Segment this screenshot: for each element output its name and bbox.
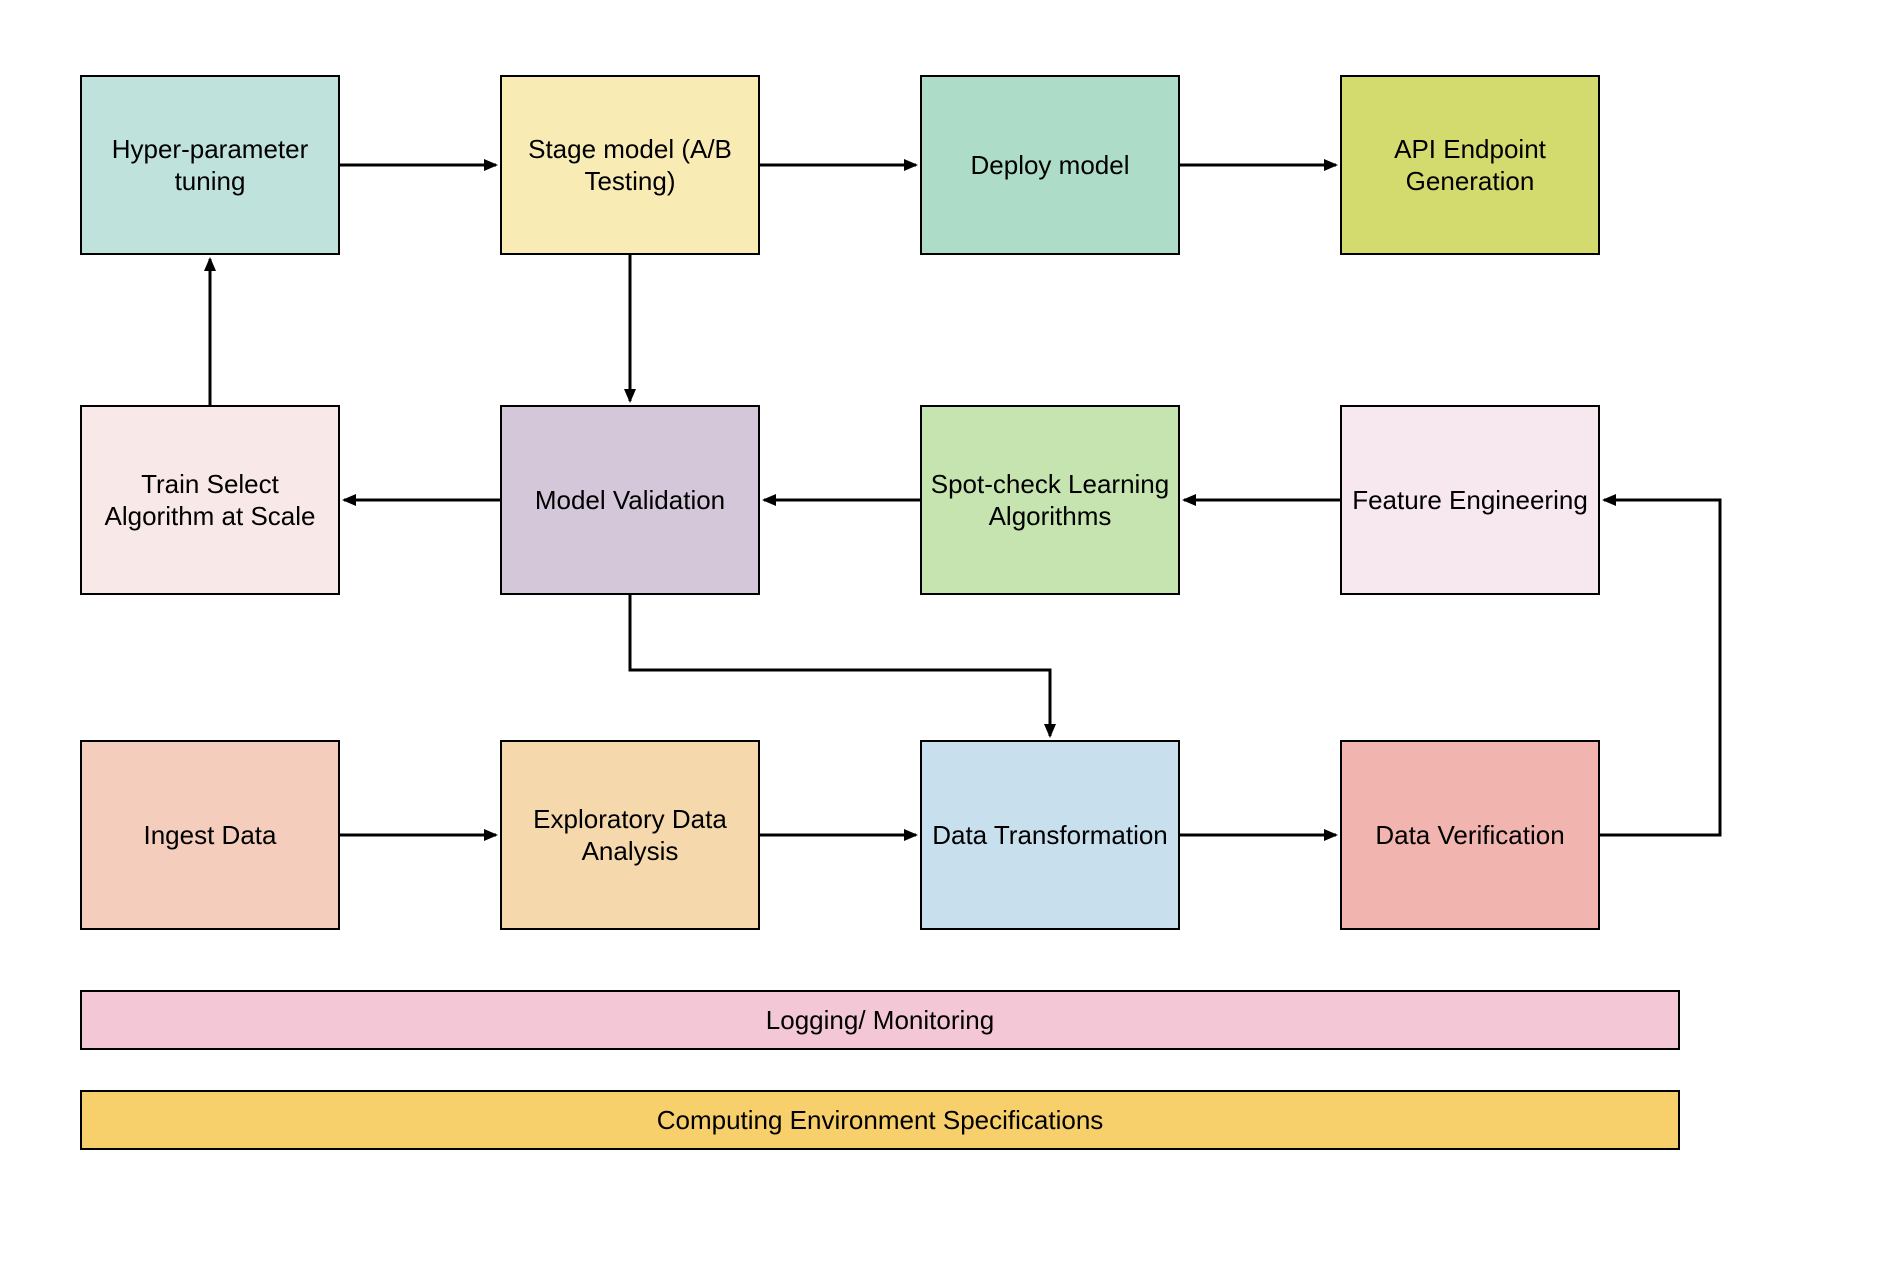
node-label: API Endpoint Generation <box>1350 133 1590 198</box>
node-data-transformation: Data Transformation <box>920 740 1180 930</box>
node-feature-engineering: Feature Engineering <box>1340 405 1600 595</box>
node-spot-check-algorithms: Spot-check Learning Algorithms <box>920 405 1180 595</box>
node-deploy-model: Deploy model <box>920 75 1180 255</box>
node-label: Data Transformation <box>932 819 1168 852</box>
node-label: Data Verification <box>1375 819 1564 852</box>
node-label: Stage model (A/B Testing) <box>510 133 750 198</box>
node-api-endpoint-generation: API Endpoint Generation <box>1340 75 1600 255</box>
node-model-validation: Model Validation <box>500 405 760 595</box>
node-label: Ingest Data <box>144 819 277 852</box>
node-label: Model Validation <box>535 484 725 517</box>
node-train-select-algorithm: Train Select Algorithm at Scale <box>80 405 340 595</box>
bar-computing-environment: Computing Environment Specifications <box>80 1090 1680 1150</box>
bar-label: Computing Environment Specifications <box>657 1105 1104 1136</box>
node-ingest-data: Ingest Data <box>80 740 340 930</box>
node-label: Train Select Algorithm at Scale <box>90 468 330 533</box>
node-hyper-parameter-tuning: Hyper-parameter tuning <box>80 75 340 255</box>
diagram-canvas: Hyper-parameter tuning Stage model (A/B … <box>0 0 1877 1275</box>
node-label: Deploy model <box>971 149 1130 182</box>
bar-label: Logging/ Monitoring <box>766 1005 994 1036</box>
node-label: Hyper-parameter tuning <box>90 133 330 198</box>
node-exploratory-data-analysis: Exploratory Data Analysis <box>500 740 760 930</box>
node-data-verification: Data Verification <box>1340 740 1600 930</box>
node-stage-model: Stage model (A/B Testing) <box>500 75 760 255</box>
node-label: Exploratory Data Analysis <box>510 803 750 868</box>
node-label: Spot-check Learning Algorithms <box>930 468 1170 533</box>
bar-logging-monitoring: Logging/ Monitoring <box>80 990 1680 1050</box>
node-label: Feature Engineering <box>1352 484 1588 517</box>
